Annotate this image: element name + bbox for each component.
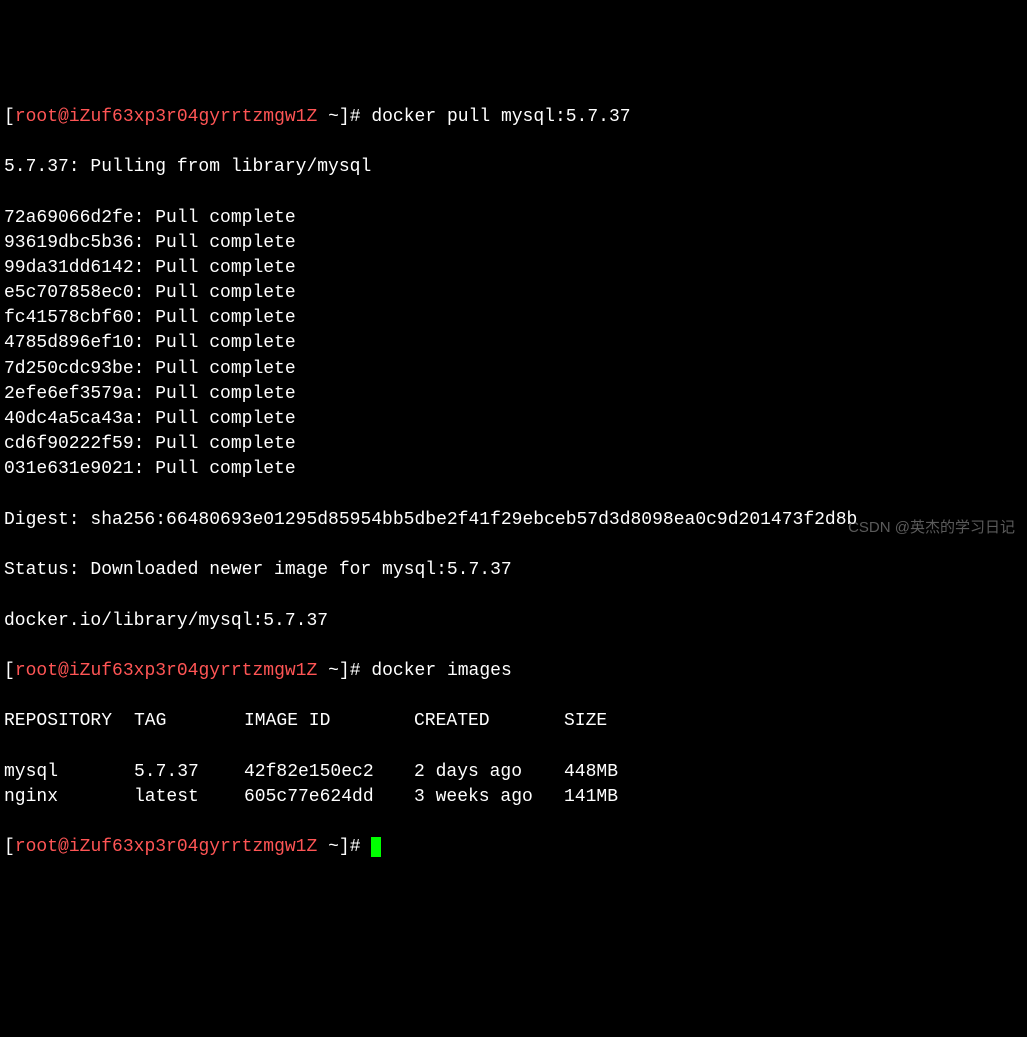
cell-imageid: 42f82e150ec2 (244, 760, 414, 785)
layer-line: 99da31dd6142: Pull complete (4, 256, 1023, 281)
header-tag: TAG (134, 709, 244, 734)
prompt-host: iZuf63xp3r04gyrrtzmgw1Z (69, 661, 317, 681)
cell-repository: mysql (4, 760, 134, 785)
layer-line: 72a69066d2fe: Pull complete (4, 206, 1023, 231)
header-repository: REPOSITORY (4, 709, 134, 734)
prompt-path: ~ (328, 661, 339, 681)
pull-from-line: 5.7.37: Pulling from library/mysql (4, 155, 1023, 180)
prompt-host: iZuf63xp3r04gyrrtzmgw1Z (69, 837, 317, 857)
header-imageid: IMAGE ID (244, 709, 414, 734)
cell-tag: latest (134, 785, 244, 810)
cell-tag: 5.7.37 (134, 760, 244, 785)
layer-line: 031e631e9021: Pull complete (4, 457, 1023, 482)
layer-line: fc41578cbf60: Pull complete (4, 306, 1023, 331)
header-size: SIZE (564, 709, 644, 734)
cell-size: 448MB (564, 760, 644, 785)
images-table-header: REPOSITORYTAGIMAGE IDCREATEDSIZE (4, 709, 1023, 734)
prompt-user: root (15, 107, 58, 127)
layer-line: 40dc4a5ca43a: Pull complete (4, 407, 1023, 432)
table-row: nginxlatest605c77e624dd3 weeks ago141MB (4, 785, 1023, 810)
ref-line: docker.io/library/mysql:5.7.37 (4, 609, 1023, 634)
layer-line: cd6f90222f59: Pull complete (4, 432, 1023, 457)
prompt-line-2[interactable]: [root@iZuf63xp3r04gyrrtzmgw1Z ~]# docker… (4, 659, 1023, 684)
cell-size: 141MB (564, 785, 644, 810)
layer-line: 2efe6ef3579a: Pull complete (4, 382, 1023, 407)
layer-line: 4785d896ef10: Pull complete (4, 331, 1023, 356)
cell-repository: nginx (4, 785, 134, 810)
status-line: Status: Downloaded newer image for mysql… (4, 558, 1023, 583)
layer-line: e5c707858ec0: Pull complete (4, 281, 1023, 306)
cell-created: 2 days ago (414, 760, 564, 785)
table-row: mysql5.7.3742f82e150ec22 days ago448MB (4, 760, 1023, 785)
cell-created: 3 weeks ago (414, 785, 564, 810)
prompt-user: root (15, 837, 58, 857)
prompt-path: ~ (328, 837, 339, 857)
prompt-user: root (15, 661, 58, 681)
prompt-path: ~ (328, 107, 339, 127)
prompt-host: iZuf63xp3r04gyrrtzmgw1Z (69, 107, 317, 127)
command-text: docker images (371, 661, 511, 681)
layer-line: 93619dbc5b36: Pull complete (4, 231, 1023, 256)
header-created: CREATED (414, 709, 564, 734)
watermark-text: CSDN @英杰的学习日记 (848, 517, 1015, 538)
cursor-icon (371, 837, 381, 857)
cell-imageid: 605c77e624dd (244, 785, 414, 810)
layer-line: 7d250cdc93be: Pull complete (4, 357, 1023, 382)
command-text: docker pull mysql:5.7.37 (371, 107, 630, 127)
prompt-line-1[interactable]: [root@iZuf63xp3r04gyrrtzmgw1Z ~]# docker… (4, 105, 1023, 130)
prompt-line-3[interactable]: [root@iZuf63xp3r04gyrrtzmgw1Z ~]# (4, 835, 1023, 860)
